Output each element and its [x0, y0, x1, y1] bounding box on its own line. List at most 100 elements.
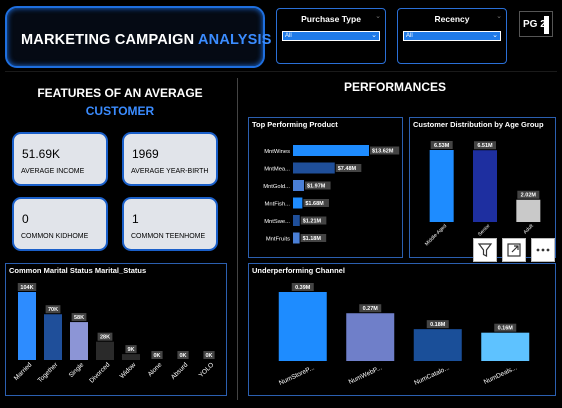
features-title-line2: CUSTOMER	[85, 104, 155, 118]
data-label: 9K	[127, 347, 134, 353]
bar	[481, 332, 530, 361]
data-label: 2.02M	[521, 193, 537, 199]
data-label: $1.21M	[303, 219, 322, 225]
slicer-value: All	[406, 33, 413, 39]
data-label: 0.18M	[430, 322, 446, 328]
data-label: 0K	[153, 353, 160, 359]
tick-label: Single	[68, 361, 86, 379]
data-label: $7.48M	[338, 166, 357, 172]
performances-title: PERFORMANCES	[343, 80, 446, 94]
chevron-down-icon: ⌄	[492, 32, 498, 39]
tick-label: NumStoreP...	[278, 364, 316, 387]
product-chart-svg: MntWines $13.62M MntMea... $7.48M MntGold...…	[263, 145, 400, 244]
kpi-label: AVERAGE YEAR-BIRTH	[131, 168, 209, 175]
slicer-value: All	[285, 33, 292, 39]
bar	[293, 232, 300, 244]
page-navigator[interactable]: PG 2	[519, 11, 553, 37]
age-group-chart[interactable]: Customer Distribution by Age Group 6.53M…	[409, 117, 556, 258]
marital-chart-svg: 104K Married 70K Together 58K Single 28K Divorc…	[13, 283, 216, 385]
kpi-card-income: 51.69K AVERAGE INCOME	[12, 132, 108, 186]
title-banner: MARKETING CAMPAIGN ANALYSIS	[5, 6, 271, 68]
purchase-type-dropdown[interactable]: All ⌄	[282, 31, 380, 41]
bar	[293, 180, 304, 191]
data-label: $13.62M	[372, 149, 394, 155]
title-main: MARKETING CAMPAIGN	[21, 32, 195, 48]
data-label: $1.68M	[305, 201, 324, 207]
kpi-value: 1969	[132, 147, 159, 161]
data-label: 104K	[20, 285, 33, 291]
page-indicator: PG 2	[523, 19, 546, 30]
bar	[429, 150, 454, 222]
features-title-line1: FEATURES OF AN AVERAGE	[37, 86, 203, 100]
tick-label: MntMea...	[264, 167, 290, 173]
tick-label: Adult	[522, 223, 535, 236]
kpi-card-teenhome: 1 COMMON TEENHOME	[122, 197, 218, 251]
bar	[516, 199, 541, 222]
kpi-value: 51.69K	[22, 147, 61, 161]
slicer-label: Purchase Type	[301, 14, 361, 24]
tick-label: MntFish...	[265, 202, 291, 208]
data-label: 70K	[48, 307, 58, 313]
data-label: 0.39M	[295, 285, 311, 291]
tick-label: NumWebP...	[348, 364, 384, 386]
purchase-type-slicer[interactable]: Purchase Type ⌄ All ⌄	[276, 8, 386, 64]
tick-label: MntSwe...	[264, 219, 290, 225]
data-label: 0K	[205, 353, 212, 359]
chevron-down-icon: ⌄	[375, 13, 381, 20]
divider	[5, 71, 557, 72]
tick-label: Divorced	[88, 361, 111, 384]
tick-label: YOLO	[198, 361, 216, 379]
tick-label: Absurd	[170, 361, 190, 381]
bar	[278, 292, 327, 361]
channel-chart-svg: 0.39M NumStoreP... 0.27M NumWebP... 0.18M Num…	[278, 283, 530, 387]
kpi-value: 1	[132, 212, 139, 226]
tick-label: Widow	[119, 361, 138, 380]
tick-label: MntFruits	[266, 237, 290, 243]
kpi-label: COMMON TEENHOME	[131, 233, 206, 240]
tick-label: NumDeals...	[483, 364, 519, 386]
age-chart-svg: 6.53M Middle-Aged 6.51M Senior 2.02M Adult	[424, 141, 541, 247]
page-title: MARKETING CAMPAIGN ANALYSIS	[21, 32, 272, 48]
kpi-value: 0	[22, 212, 29, 226]
bar	[346, 313, 395, 361]
tick-label: Senior	[477, 223, 492, 238]
tick-label: MntGold...	[263, 184, 290, 190]
tick-label: Alone	[147, 361, 164, 378]
bar	[293, 145, 369, 156]
data-label: $1.97M	[307, 184, 326, 190]
filter-icon[interactable]	[473, 238, 497, 262]
tick-label: MntWines	[264, 149, 290, 155]
tick-label: Middle-Aged	[424, 223, 448, 247]
recency-dropdown[interactable]: All ⌄	[403, 31, 501, 41]
chevron-down-icon: ⌄	[496, 13, 502, 20]
data-label: 28K	[100, 335, 110, 341]
tick-label: NumCatalo...	[413, 364, 451, 386]
page-bar-icon	[544, 16, 549, 34]
bar	[18, 292, 36, 360]
kpi-card-kidhome: 0 COMMON KIDHOME	[12, 197, 108, 251]
bar	[122, 354, 140, 360]
more-options-icon[interactable]	[531, 238, 555, 262]
kpi-card-year-birth: 1969 AVERAGE YEAR-BIRTH	[122, 132, 218, 186]
divider	[237, 78, 238, 400]
data-label: 6.51M	[477, 143, 493, 149]
underperforming-channel-chart[interactable]: Underperforming Channel 0.39M NumStoreP..…	[248, 263, 556, 396]
data-label: 6.53M	[434, 143, 450, 149]
recency-slicer[interactable]: Recency ⌄ All ⌄	[397, 8, 507, 64]
marital-status-chart[interactable]: Common Marital Status Marital_Status 104…	[5, 263, 227, 396]
top-product-chart[interactable]: Top Performing Product MntWines $13.62M Mn…	[248, 117, 403, 258]
bar	[473, 150, 497, 222]
focus-mode-icon[interactable]	[502, 238, 526, 262]
data-label: 0K	[179, 353, 186, 359]
bar	[293, 162, 335, 174]
tick-label: Married	[13, 361, 34, 382]
data-label: 0.16M	[498, 326, 514, 332]
data-label: 58K	[74, 315, 84, 321]
bar	[70, 322, 88, 360]
slicer-label: Recency	[434, 14, 470, 24]
title-accent: ANALYSIS	[198, 32, 272, 48]
features-title: FEATURES OF AN AVERAGE CUSTOMER	[20, 86, 220, 118]
kpi-label: AVERAGE INCOME	[21, 168, 85, 175]
chevron-down-icon: ⌄	[371, 32, 377, 39]
kpi-label: COMMON KIDHOME	[21, 233, 89, 240]
